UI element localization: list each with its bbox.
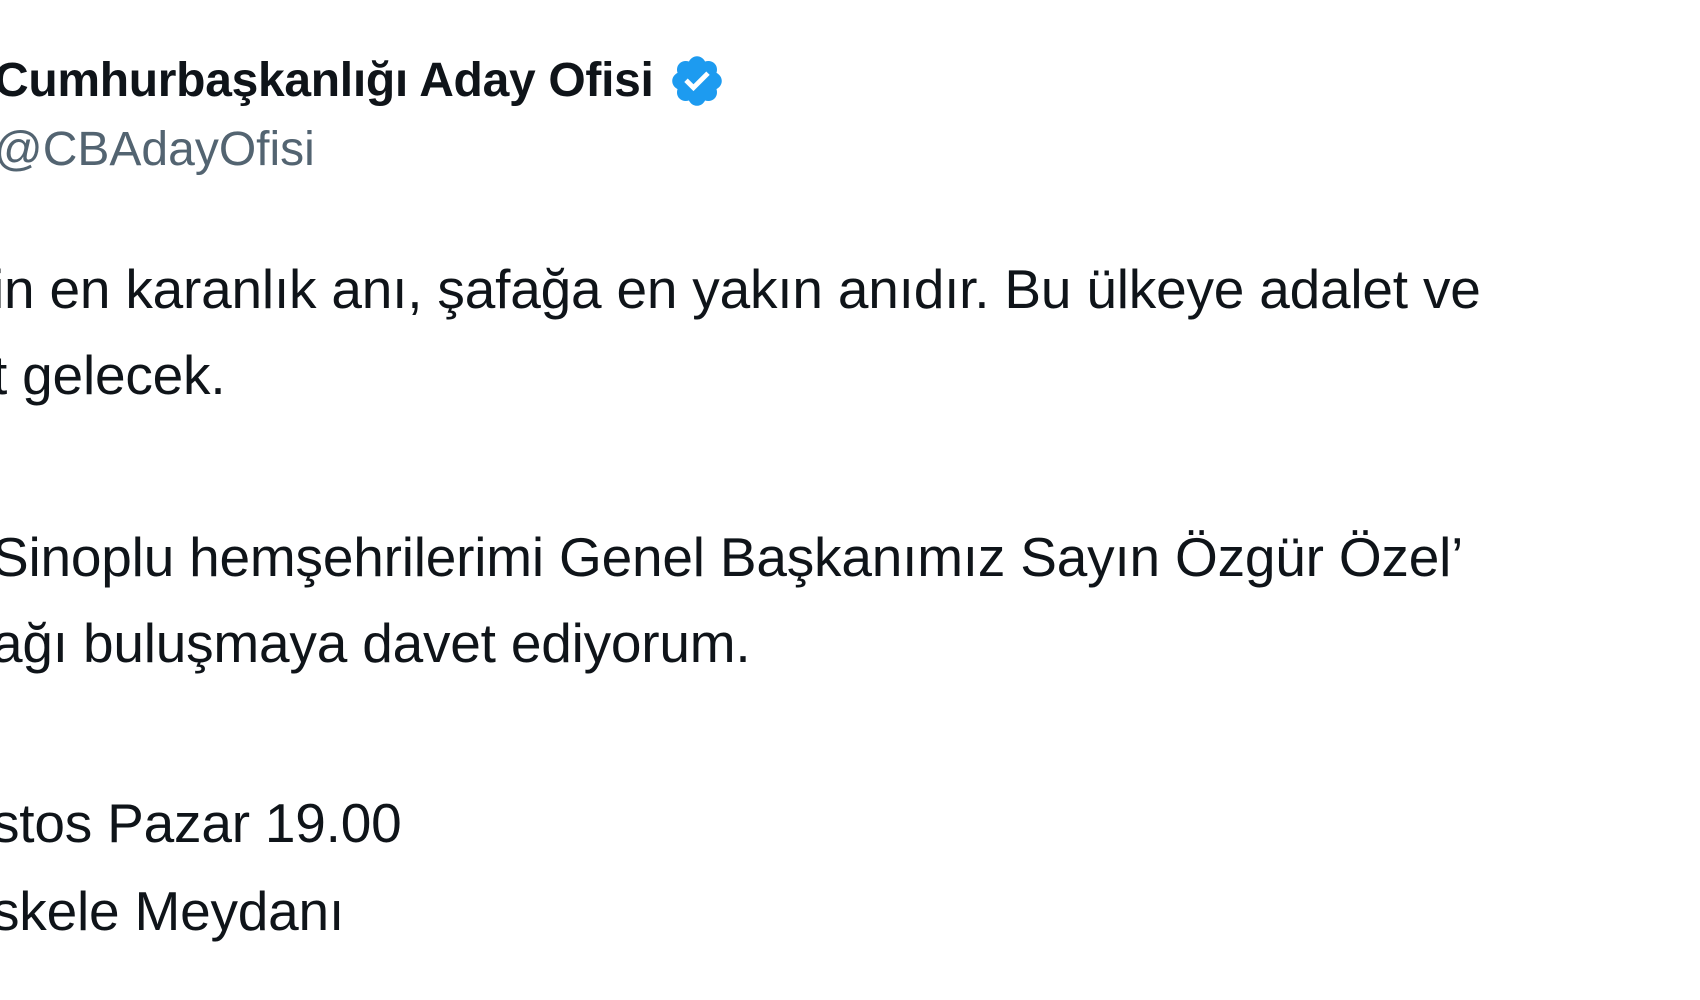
- tweet-text-line: in en karanlık anı, şafağa en yakın anıd…: [0, 258, 1481, 320]
- tweet-text-line: Sinoplu hemşehrilerimi Genel Başkanımız …: [0, 526, 1464, 588]
- tweet-text-line: t gelecek.: [0, 344, 226, 406]
- verified-badge-svg: [671, 56, 722, 106]
- tweet-card: Cumhurbaşkanlığı Aday Ofisi @CBAdayOfisi…: [0, 0, 1700, 1000]
- tweet-text-line: ağı buluşmaya davet ediyorum.: [0, 612, 751, 674]
- author-display-name[interactable]: Cumhurbaşkanlığı Aday Ofisi: [0, 57, 654, 105]
- tweet-text-line: stos Pazar 19.00: [0, 792, 402, 854]
- tweet-header: Cumhurbaşkanlığı Aday Ofisi: [0, 52, 726, 110]
- verified-badge-icon[interactable]: [668, 52, 726, 110]
- author-handle[interactable]: @CBAdayOfisi: [0, 126, 315, 174]
- tweet-text-line: skele Meydanı: [0, 880, 345, 942]
